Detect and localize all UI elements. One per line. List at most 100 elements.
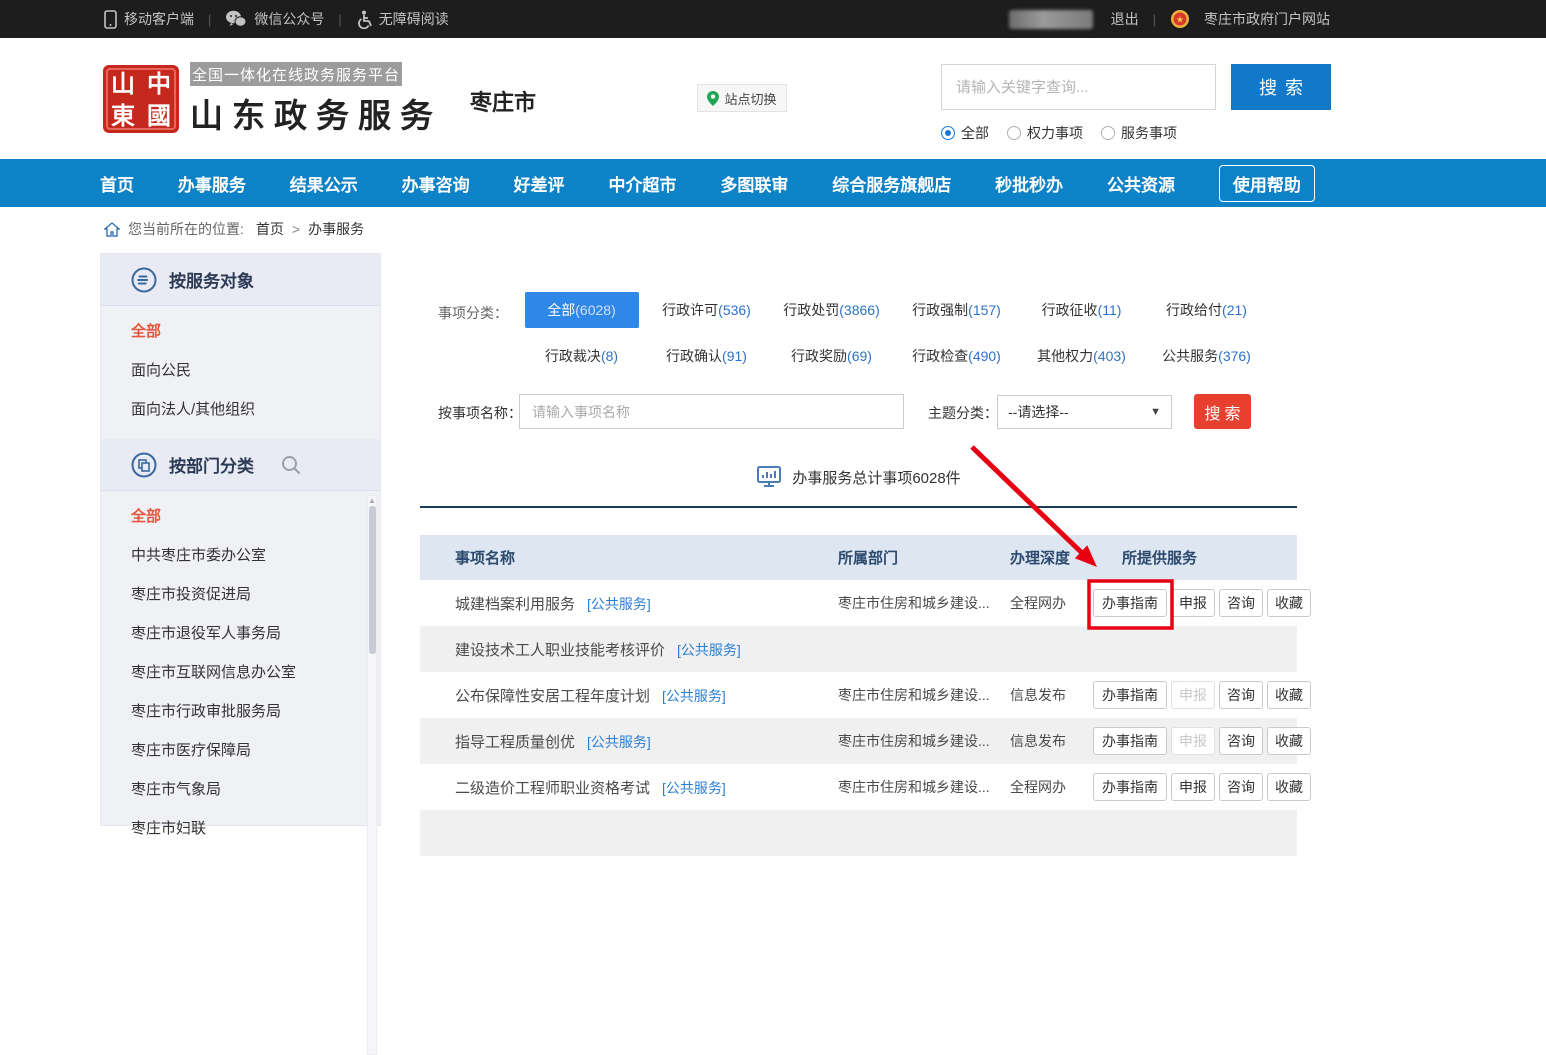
scope-radio-label: 服务事项 (1121, 123, 1177, 143)
sidebar-item[interactable]: 枣庄市投资促进局 (101, 575, 380, 614)
scope-radio-2[interactable]: 权力事项 (1007, 123, 1083, 143)
public-service-tag[interactable]: [公共服务] (662, 780, 726, 796)
nav-item-1[interactable]: 首页 (100, 171, 134, 196)
nav-item-9[interactable]: 秒批秒办 (995, 171, 1063, 196)
service-button-guide[interactable]: 办事指南 (1093, 681, 1167, 709)
topbar-user-area: 退出 | ★ 枣庄市政府门户网站 (1009, 9, 1330, 29)
stats-line: 办事服务总计事项6028件 (420, 465, 1297, 489)
portal-link[interactable]: 枣庄市政府门户网站 (1204, 9, 1330, 29)
nav-items: 首页 办事服务 结果公示 办事咨询 好差评 中介超市 多图联审 综合服务旗舰店 秒批秒办 公共资源… (100, 159, 1315, 207)
nav-item-5[interactable]: 好差评 (514, 171, 565, 196)
logout-link[interactable]: 退出 (1111, 9, 1139, 29)
help-button[interactable]: 使用帮助 (1219, 165, 1315, 202)
sidebar-item[interactable]: 面向公民 (101, 351, 380, 390)
radio-unchecked-icon[interactable] (1101, 126, 1115, 140)
keyword-search-button[interactable]: 搜索 (1231, 64, 1331, 110)
category-tab-count: (376) (1218, 348, 1251, 364)
public-service-tag[interactable]: [公共服务] (677, 642, 741, 658)
department-search-icon[interactable] (280, 454, 302, 476)
service-button-favorite[interactable]: 收藏 (1267, 773, 1311, 801)
stats-text: 办事服务总计事项6028件 (792, 467, 960, 488)
content-divider (420, 506, 1297, 508)
sidebar-item[interactable]: 枣庄市互联网信息办公室 (101, 653, 380, 692)
category-tab-5[interactable]: 行政征收(11) (1025, 292, 1139, 328)
service-button-guide[interactable]: 办事指南 (1093, 589, 1167, 617)
item-name-cell: 建设技术工人职业技能考核评价[公共服务] (420, 639, 805, 660)
sidebar-scrollbar[interactable]: ▲ (367, 495, 377, 1055)
breadcrumb-current[interactable]: 办事服务 (308, 219, 364, 239)
topbar-link-label: 微信公众号 (254, 9, 324, 29)
category-tab-1[interactable]: 全部(6028) (525, 292, 639, 328)
category-tab-name: 行政奖励 (791, 348, 847, 364)
service-button-consult[interactable]: 咨询 (1219, 589, 1263, 617)
service-button-consult[interactable]: 咨询 (1219, 727, 1263, 755)
category-tab-8[interactable]: 行政确认(91) (650, 338, 764, 374)
sidebar-item[interactable]: 面向法人/其他组织 (101, 390, 380, 429)
sidebar-section-title: 按部门分类 (169, 452, 254, 477)
sidebar-item[interactable]: 枣庄市妇联 (101, 809, 380, 848)
item-services: 办事指南申报咨询收藏 (1090, 681, 1297, 709)
topic-category-label: 主题分类： (928, 403, 998, 423)
service-button-guide[interactable]: 办事指南 (1093, 727, 1167, 755)
nav-item-8[interactable]: 综合服务旗舰店 (832, 171, 951, 196)
svg-text:國: 國 (147, 103, 171, 130)
service-button-guide[interactable]: 办事指南 (1093, 773, 1167, 801)
public-service-tag[interactable]: [公共服务] (587, 734, 651, 750)
public-service-tag[interactable]: [公共服务] (662, 688, 726, 704)
sidebar-item[interactable]: 枣庄市行政审批服务局 (101, 692, 380, 731)
sidebar-item[interactable]: 枣庄市气象局 (101, 770, 380, 809)
category-tab-6[interactable]: 行政给付(21) (1150, 292, 1264, 328)
category-tab-3[interactable]: 行政处罚(3866) (775, 292, 889, 328)
category-tab-9[interactable]: 行政奖励(69) (775, 338, 889, 374)
scrollbar-up-arrow[interactable]: ▲ (368, 496, 376, 506)
item-services: 办事指南申报咨询收藏 (1090, 589, 1297, 617)
service-button-consult[interactable]: 咨询 (1219, 681, 1263, 709)
topbar: 移动客户端|微信公众号|无障碍阅读 退出 | ★ 枣庄市政府门户网站 (0, 0, 1546, 38)
location-pin-icon (707, 91, 719, 106)
radio-unchecked-icon[interactable] (1007, 126, 1021, 140)
sidebar-item[interactable]: 全部 (101, 312, 380, 351)
category-tab-name: 行政检查 (912, 348, 968, 364)
category-tab-10[interactable]: 行政检查(490) (900, 338, 1014, 374)
keyword-search-input[interactable] (941, 64, 1216, 110)
item-name-input[interactable] (519, 394, 904, 429)
sidebar-item[interactable]: 中共枣庄市委办公室 (101, 536, 380, 575)
topic-category-select[interactable]: --请选择-- ▼ (997, 395, 1172, 429)
nav-item-10[interactable]: 公共资源 (1107, 171, 1175, 196)
sidebar-item[interactable]: 全部 (101, 497, 380, 536)
public-service-tag[interactable]: [公共服务] (587, 596, 651, 612)
topbar-link-3[interactable]: 无障碍阅读 (356, 9, 449, 29)
service-button-apply: 申报 (1171, 727, 1215, 755)
item-search-button[interactable]: 搜索 (1194, 394, 1251, 429)
sidebar-item[interactable]: 枣庄市医疗保障局 (101, 731, 380, 770)
category-tab-11[interactable]: 其他权力(403) (1025, 338, 1139, 374)
nav-item-4[interactable]: 办事咨询 (402, 171, 470, 196)
category-tab-4[interactable]: 行政强制(157) (900, 292, 1014, 328)
sidebar-item[interactable]: 枣庄市退役军人事务局 (101, 614, 380, 653)
category-tab-12[interactable]: 公共服务(376) (1150, 338, 1264, 374)
nav-item-7[interactable]: 多图联审 (720, 171, 788, 196)
service-button-apply[interactable]: 申报 (1171, 589, 1215, 617)
site-logo[interactable]: 中 山 國 東 全国一体化在线政务服务平台 山东政务服务 (100, 62, 442, 137)
topbar-link-2[interactable]: 微信公众号 (225, 9, 324, 29)
category-tab-7[interactable]: 行政裁决(8) (525, 338, 639, 374)
table-row: 公布保障性安居工程年度计划[公共服务]枣庄市住房和城乡建设...信息发布办事指南… (420, 672, 1297, 718)
service-button-consult[interactable]: 咨询 (1219, 773, 1263, 801)
category-tab-2[interactable]: 行政许可(536) (650, 292, 764, 328)
scrollbar-thumb[interactable] (369, 506, 376, 654)
item-name: 指导工程质量创优 (455, 734, 575, 751)
scope-radio-1[interactable]: 全部 (941, 123, 989, 143)
site-switch-button[interactable]: 站点切换 (697, 84, 787, 112)
service-button-favorite[interactable]: 收藏 (1267, 727, 1311, 755)
nav-item-3[interactable]: 结果公示 (290, 171, 358, 196)
service-button-favorite[interactable]: 收藏 (1267, 589, 1311, 617)
breadcrumb-home[interactable]: 首页 (256, 219, 284, 239)
topbar-link-1[interactable]: 移动客户端 (104, 9, 194, 29)
nav-item-6[interactable]: 中介超市 (608, 171, 676, 196)
radio-checked-icon[interactable] (941, 126, 955, 140)
scope-radio-3[interactable]: 服务事项 (1101, 123, 1177, 143)
topbar-separator: | (1153, 12, 1156, 27)
service-button-apply[interactable]: 申报 (1171, 773, 1215, 801)
nav-item-2[interactable]: 办事服务 (178, 171, 246, 196)
service-button-favorite[interactable]: 收藏 (1267, 681, 1311, 709)
